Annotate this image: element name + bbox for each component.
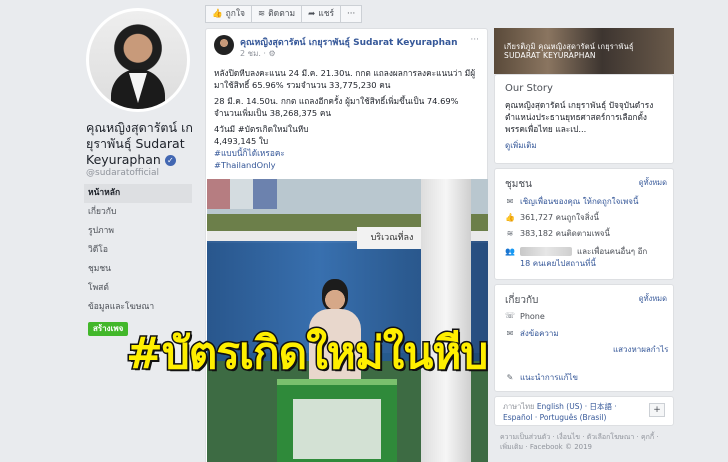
ballot-box [277, 379, 397, 462]
invite-text: เชิญเพื่อนของคุณ ให้กดถูกใจเพจนี้ [520, 197, 639, 206]
page-nav: หน้าหลัก เกี่ยวกับ รูปภาพ วิดีโอ ชุมชน โ… [84, 184, 192, 317]
phone-icon: ☏ [505, 311, 516, 320]
messenger-icon: ✉ [506, 328, 514, 338]
our-story-text: คุณหญิงสุดารัตน์ เกยุราพันธุ์ ปัจจุบันดำ… [505, 100, 654, 134]
community-see-all-link[interactable]: ดูทั้งหมด [639, 177, 667, 189]
create-page-button[interactable]: สร้างเพจ [88, 322, 129, 336]
about-title: เกี่ยวกับ [505, 295, 539, 306]
avatar [89, 11, 187, 109]
post-line: 4วันมี #บัตรเกิดใหม่ในหีบ [214, 124, 309, 134]
cover-caption-line: เกียรติภูมิ คุณหญิงสุดารัตน์ เกยุราพันธุ… [504, 42, 634, 51]
page-name-text[interactable]: คุณหญิงสุดารัตน์ เกยุราพันธุ์ Sudarat Ke… [86, 120, 193, 167]
left-column: คุณหญิงสุดารัตน์ เกยุราพันธุ์ Sudarat Ke… [0, 0, 200, 462]
photo-sign: บริเวณที่ลง [357, 227, 427, 249]
cover-video-thumbnail[interactable]: เกียรติภูมิ คุณหญิงสุดารัตน์ เกยุราพันธุ… [494, 28, 674, 74]
likes-count: 361,727 คนถูกใจสิ่งนี้ [520, 213, 599, 222]
follows-count: 383,182 คนติดตามเพจนี้ [520, 229, 610, 238]
follow-button[interactable]: ≋ ติดตาม [251, 5, 303, 23]
our-story-card: Our Story คุณหญิงสุดารัตน์ เกยุราพันธุ์ … [494, 74, 674, 164]
nav-item-home[interactable]: หน้าหลัก [84, 184, 192, 203]
post-line: 4,493,145 ใบ [214, 136, 269, 146]
invite-row[interactable]: ✉ เชิญเพื่อนของคุณ ให้กดถูกใจเพจนี้ [505, 195, 639, 208]
suggest-edit-link: แนะนำการแก้ไข [520, 373, 579, 382]
hashtag-link[interactable]: #ThailandOnly [214, 159, 484, 171]
nav-item-photos[interactable]: รูปภาพ [84, 222, 192, 241]
cover-caption-line: SUDARAT KEYURAPHAN [504, 51, 596, 60]
about-see-all-link[interactable]: ดูทั้งหมด [639, 293, 667, 305]
post-author-avatar[interactable] [214, 35, 234, 55]
language-card: ภาษาไทย English (US) · 日本語 · Español · P… [494, 396, 674, 426]
community-card: ชุมชน ดูทั้งหมด ✉ เชิญเพื่อนของคุณ ให้กดถ… [494, 168, 674, 280]
post-timestamp[interactable]: 2 ชม. · ⚙ [240, 47, 276, 60]
like-label: ถูกใจ [225, 9, 246, 19]
nav-item-community[interactable]: ชุมชน [84, 260, 192, 279]
post-paragraph: หลังปิดหีบลงคะแนน 24 มี.ค. 21.30น. กกต แ… [214, 68, 476, 90]
follow-label: ติดตาม [268, 9, 296, 19]
thumbs-up-icon: 👍 [505, 212, 515, 222]
pencil-icon: ✎ [506, 372, 514, 382]
add-language-button[interactable]: + [649, 403, 665, 417]
page-handle[interactable]: @sudaratofficial [86, 168, 159, 178]
phone-row[interactable]: ☏ Phone [505, 311, 545, 321]
invite-friends-icon: ✉ [506, 196, 514, 206]
hashtag-link[interactable]: #แบบนี้ก็ได้เหรอคะ [214, 147, 484, 159]
profile-picture[interactable] [86, 8, 190, 112]
post-body: หลังปิดหีบลงคะแนน 24 มี.ค. 21.30น. กกต แ… [214, 67, 484, 171]
more-button[interactable]: ··· [340, 5, 363, 23]
post-card: คุณหญิงสุดารัตน์ เกยุราพันธุ์ Sudarat Ke… [205, 28, 488, 462]
post-options-icon[interactable]: ··· [470, 35, 479, 45]
message-row[interactable]: ✉ ส่งข้อความ [505, 327, 559, 340]
category-link: แสวงหาผลกำไร [613, 345, 669, 354]
about-card: เกี่ยวกับ ดูทั้งหมด ☏ Phone ✉ ส่งข้อความ แ… [494, 284, 674, 392]
send-message-link: ส่งข้อความ [520, 329, 559, 338]
language-list: ภาษาไทย English (US) · 日本語 · Español · P… [503, 401, 643, 423]
overlay-hashtag-caption: #บัตรเกิดใหม่ในหีบ [124, 327, 489, 381]
nav-item-videos[interactable]: วิดีโอ [84, 241, 192, 260]
nav-item-info-ads[interactable]: ข้อมูลและโฆษณา [84, 298, 192, 317]
follows-row: ≋ 383,182 คนติดตามเพจนี้ [505, 227, 610, 240]
checkins-row[interactable]: 18 คนเคยไปสถานที่นี้ [520, 257, 596, 270]
share-label: แชร์ [318, 9, 335, 19]
nav-item-about[interactable]: เกี่ยวกับ [84, 203, 192, 222]
category-row[interactable]: แสวงหาผลกำไร [613, 343, 668, 356]
likes-row: 👍 361,727 คนถูกใจสิ่งนี้ [505, 211, 599, 224]
share-button[interactable]: ➦ แชร์ [301, 5, 342, 23]
see-more-link[interactable]: ดูเพิ่มเติม [505, 139, 537, 152]
checkins-text: 18 คนเคยไปสถานที่นี้ [520, 259, 596, 268]
page-action-bar: 👍 ถูกใจ ≋ ติดตาม ➦ แชร์ ··· [205, 5, 363, 23]
post-paragraph: 28 มี.ค. 14.50น. กกต แถลงอีกครั้ง ผู้มาใ… [214, 96, 459, 118]
current-language: ภาษาไทย [503, 402, 535, 411]
follow-icon: ≋ [506, 228, 514, 238]
our-story-title: Our Story [505, 83, 553, 94]
flag-decoration [207, 179, 277, 209]
share-icon: ➦ [308, 9, 316, 19]
thumbs-up-icon: 👍 [212, 9, 223, 19]
footer-links[interactable]: ความเป็นส่วนตัว · เงื่อนไข · ตัวเลือกโฆษ… [500, 432, 670, 452]
redacted-names [520, 247, 572, 256]
verified-check-icon: ✓ [164, 155, 176, 166]
person-head [322, 279, 348, 311]
page-title[interactable]: คุณหญิงสุดารัตน์ เกยุราพันธุ์ Sudarat Ke… [86, 120, 198, 168]
like-button[interactable]: 👍 ถูกใจ [205, 5, 253, 23]
suggest-edit-row[interactable]: ✎ แนะนำการแก้ไข [505, 371, 578, 384]
community-title: ชุมชน [505, 179, 533, 190]
friends-icon: 👥 [505, 246, 515, 256]
rss-icon: ≋ [258, 9, 266, 19]
nav-item-posts[interactable]: โพสต์ [84, 279, 192, 298]
phone-label: Phone [520, 311, 545, 321]
cover-caption: เกียรติภูมิ คุณหญิงสุดารัตน์ เกยุราพันธุ… [504, 42, 634, 60]
